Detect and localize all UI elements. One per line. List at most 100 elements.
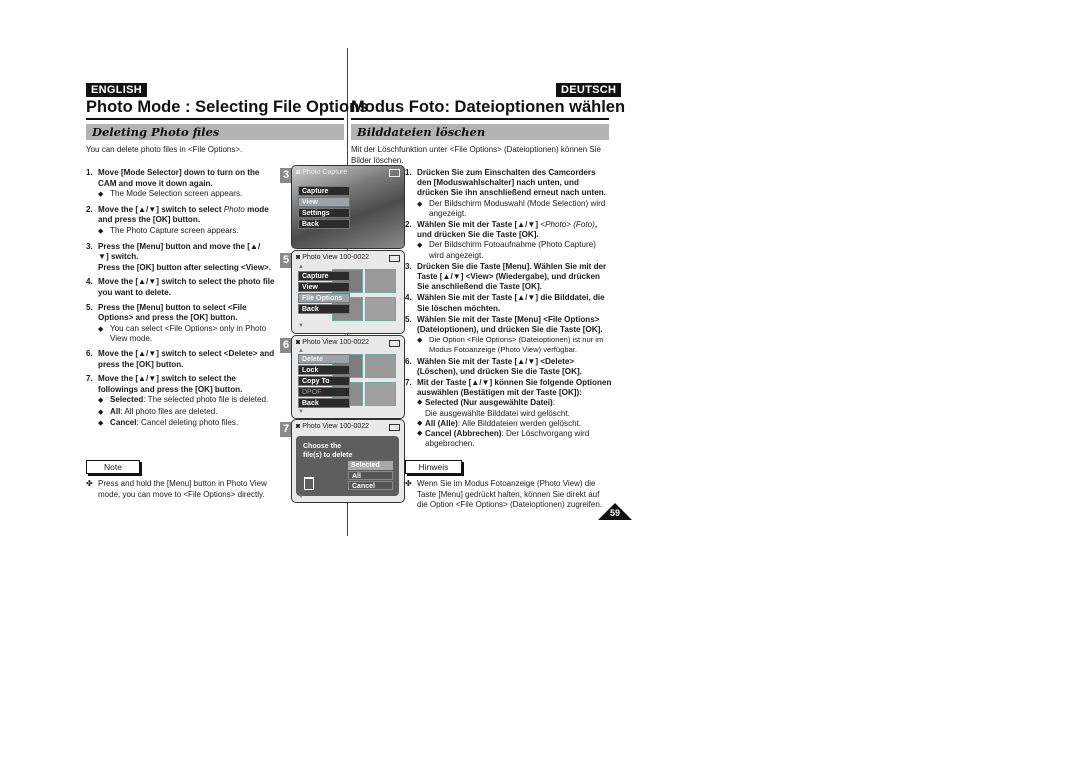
step-note-text: Die Option <File Options> (Dateioptionen… bbox=[429, 335, 604, 355]
step-note: ◆ Der Bildschirm Fotoaufnahme (Photo Capt… bbox=[417, 240, 612, 260]
option-all-button[interactable]: All bbox=[348, 471, 393, 480]
step-number: 3. bbox=[405, 261, 412, 271]
diamond-bullet-icon: ◆ bbox=[98, 227, 104, 235]
step-6: 6. Move the [▲/▼] switch to select <Dele… bbox=[86, 349, 278, 370]
step-number: 5. bbox=[86, 302, 93, 312]
menu-item-view[interactable]: View bbox=[298, 282, 350, 292]
option-term: Cancel bbox=[110, 418, 137, 428]
step-text: Wählen Sie mit der Taste [▲/▼] die Bildd… bbox=[417, 293, 605, 313]
step-note: ◆ Die Option <File Options> (Dateioptione… bbox=[417, 335, 612, 355]
step-text: Wählen Sie mit der Taste [▲/▼] <Photo> (… bbox=[417, 220, 612, 240]
intro-deutsch: Mit der Löschfunktion unter <File Option… bbox=[351, 145, 601, 165]
menu-item-lock[interactable]: Lock bbox=[298, 365, 350, 375]
screen-mode-label: Photo View bbox=[302, 254, 338, 261]
step-text: Press the [OK] button after selecting <V… bbox=[98, 262, 272, 272]
option-selected: ◆ Selected: The selected photo file is de… bbox=[98, 395, 278, 407]
option-term: Cancel (Abbrechen) bbox=[425, 429, 502, 439]
diamond-bullet-icon: ◆ bbox=[98, 408, 104, 416]
option-term: Selected (Nur ausgewählte Datei) bbox=[425, 398, 553, 408]
menu-item-back[interactable]: Back bbox=[298, 219, 350, 229]
menu-item-capture[interactable]: Capture bbox=[298, 271, 350, 281]
delete-dialog: Choose the file(s) to delete Selected Al… bbox=[296, 436, 399, 496]
step-text-emphasis: Photo bbox=[223, 204, 245, 214]
menu-item-settings[interactable]: Settings bbox=[298, 208, 350, 218]
step-number: 1. bbox=[86, 168, 93, 177]
step-1: 1. Drücken Sie zum Einschalten des Camco… bbox=[405, 168, 612, 219]
option-desc: : Cancel deleting photo files. bbox=[136, 418, 239, 428]
scroll-down-icon[interactable]: ▼ bbox=[298, 409, 304, 415]
option-selected: ◆ Selected (Nur ausgewählte Datei): Die au… bbox=[417, 398, 612, 418]
step-number: 3. bbox=[86, 241, 93, 251]
camera-screen-photo-capture: ◙ Photo Capture Capture View Settings Ba… bbox=[291, 165, 405, 249]
step-note-text: Der Bildschirm Moduswahl (Mode Selection… bbox=[429, 198, 606, 218]
option-desc: : Alle Bilddateien werden gelöscht. bbox=[457, 418, 582, 428]
menu-item-copy-to[interactable]: Copy To bbox=[298, 376, 350, 386]
photo-thumbnail[interactable] bbox=[365, 354, 396, 378]
menu-item-back[interactable]: Back bbox=[298, 304, 350, 314]
menu-item-dpof: DPOF bbox=[298, 387, 350, 397]
step-note: ◆ Der Bildschirm Moduswahl (Mode Selectio… bbox=[417, 199, 612, 219]
step-2: 2. Wählen Sie mit der Taste [▲/▼] <Photo… bbox=[405, 220, 612, 261]
screen-header: ◙ Photo View 100-0022 bbox=[292, 336, 404, 350]
step-number: 2. bbox=[86, 204, 93, 214]
step-note-text: The Photo Capture screen appears. bbox=[110, 225, 239, 235]
step-3: 3. Press the [Menu] button and move the … bbox=[86, 242, 278, 274]
step-text: Drücken Sie die Taste [Menu]. Wählen Sie… bbox=[417, 261, 607, 292]
menu-item-view[interactable]: View bbox=[298, 197, 350, 207]
scroll-down-icon[interactable]: ▼ bbox=[298, 323, 304, 329]
section-heading-english: Deleting Photo files bbox=[86, 124, 344, 140]
option-desc: : The selected photo file is deleted. bbox=[143, 395, 269, 405]
diamond-bullet-icon: ◆ bbox=[417, 419, 423, 427]
option-cancel-button[interactable]: Cancel bbox=[348, 481, 393, 490]
step-number: 1. bbox=[405, 168, 412, 177]
diamond-bullet-icon: ◆ bbox=[98, 325, 104, 333]
photo-thumbnail[interactable] bbox=[365, 297, 396, 321]
step-text: Move the [▲/▼] switch to select Photo mo… bbox=[98, 205, 278, 226]
steps-english: 1. Move [Mode Selector] down to turn on … bbox=[86, 168, 278, 434]
photo-thumbnail[interactable] bbox=[365, 382, 396, 406]
step-3: 3. Drücken Sie die Taste [Menu]. Wählen … bbox=[405, 262, 612, 293]
step-6: 6. Wählen Sie mit der Taste [▲/▼] <Delet… bbox=[405, 357, 612, 377]
step-text: Press the [Menu] button to select <File … bbox=[98, 302, 247, 323]
option-all: ◆ All: All photo files are deleted. bbox=[98, 407, 278, 419]
screen-mode-label: Photo View bbox=[302, 423, 338, 430]
camera-screen-photo-view-delete: ◙ Photo View 100-0022 ▲ Delete Lock Copy… bbox=[291, 335, 405, 419]
note-label-english: Note bbox=[86, 460, 140, 474]
step-number: 5. bbox=[405, 314, 412, 324]
option-selected-button[interactable]: Selected bbox=[348, 461, 393, 470]
step-text-part: Wählen Sie mit der Taste [▲/▼] bbox=[417, 220, 541, 230]
menu-item-capture[interactable]: Capture bbox=[298, 186, 350, 196]
option-cancel: ◆ Cancel (Abbrechen): Der Löschvorgang wi… bbox=[417, 429, 612, 449]
screen-header: ◙ Photo View 100-0022 bbox=[292, 420, 404, 434]
scroll-down-icon[interactable]: ▼ bbox=[298, 494, 304, 500]
step-note-text: Der Bildschirm Fotoaufnahme (Photo Captu… bbox=[429, 240, 596, 260]
diamond-bullet-icon: ◆ bbox=[98, 397, 104, 405]
option-term: All (Alle) bbox=[425, 418, 458, 428]
scroll-up-icon[interactable]: ▲ bbox=[298, 264, 304, 270]
battery-icon bbox=[389, 424, 400, 431]
screen-header: ◙ Photo View 100-0022 bbox=[292, 251, 404, 265]
step-4: 4. Wählen Sie mit der Taste [▲/▼] die Bi… bbox=[405, 293, 612, 313]
menu-item-file-options[interactable]: File Options bbox=[298, 293, 350, 303]
battery-icon bbox=[389, 169, 400, 177]
step-5: 5. Press the [Menu] button to select <Fi… bbox=[86, 303, 278, 345]
note-bullet-icon: ✤ bbox=[86, 479, 93, 488]
note-text: Wenn Sie im Modus Fotoanzeige (Photo Vie… bbox=[417, 479, 602, 509]
step-7: 7. Move the [▲/▼] switch to select the f… bbox=[86, 374, 278, 430]
note-label-deutsch: Hinweis bbox=[405, 460, 462, 474]
step-text: Move the [▲/▼] switch to select the foll… bbox=[98, 374, 243, 394]
option-all: ◆ All (Alle): Alle Bilddateien werden gel… bbox=[417, 419, 612, 429]
menu-item-delete[interactable]: Delete bbox=[298, 354, 350, 364]
file-number: 100-0022 bbox=[339, 254, 370, 261]
camera-icon: ◙ bbox=[296, 169, 301, 176]
step-text: Drücken Sie zum Einschalten des Camcorde… bbox=[417, 168, 606, 198]
step-text-emphasis: <Photo> (Foto) bbox=[540, 220, 595, 230]
note-english: ✤ Press and hold the [Menu] button in Ph… bbox=[86, 479, 281, 500]
diamond-bullet-icon: ◆ bbox=[417, 430, 423, 438]
camera-icon: ◙ bbox=[296, 254, 301, 261]
note-deutsch: ✤ Wenn Sie im Modus Fotoanzeige (Photo V… bbox=[405, 479, 610, 511]
photo-thumbnail[interactable] bbox=[365, 269, 396, 293]
menu-item-back[interactable]: Back bbox=[298, 398, 350, 408]
step-5: 5. Wählen Sie mit der Taste [Menu] <File… bbox=[405, 315, 612, 356]
section-heading-text: Deleting Photo files bbox=[92, 125, 220, 139]
